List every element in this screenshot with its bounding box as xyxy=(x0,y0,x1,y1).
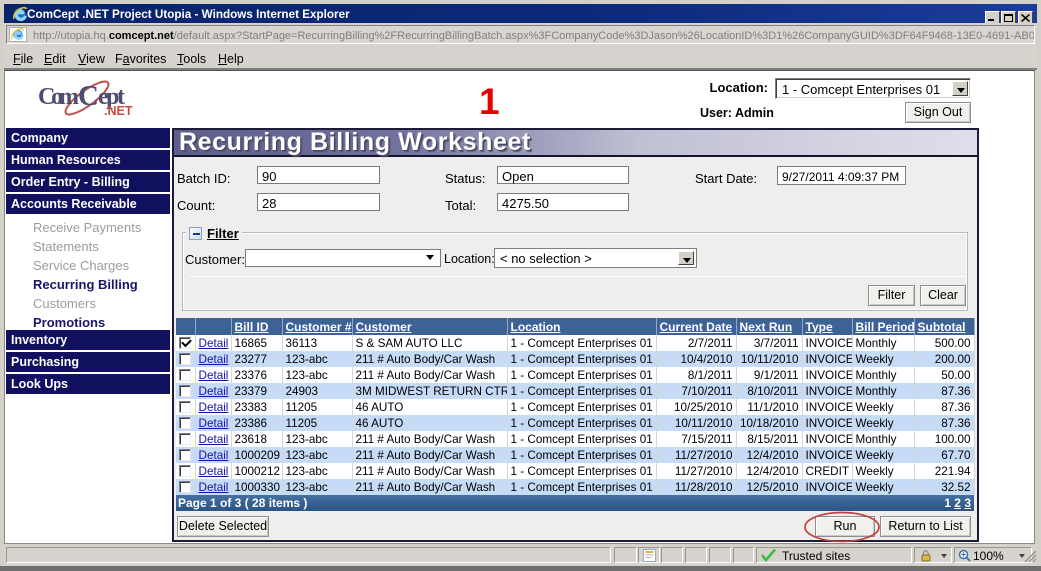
svg-text:C: C xyxy=(78,80,99,112)
svg-text:Com: Com xyxy=(38,84,79,110)
svg-text:.NET: .NET xyxy=(104,104,133,118)
